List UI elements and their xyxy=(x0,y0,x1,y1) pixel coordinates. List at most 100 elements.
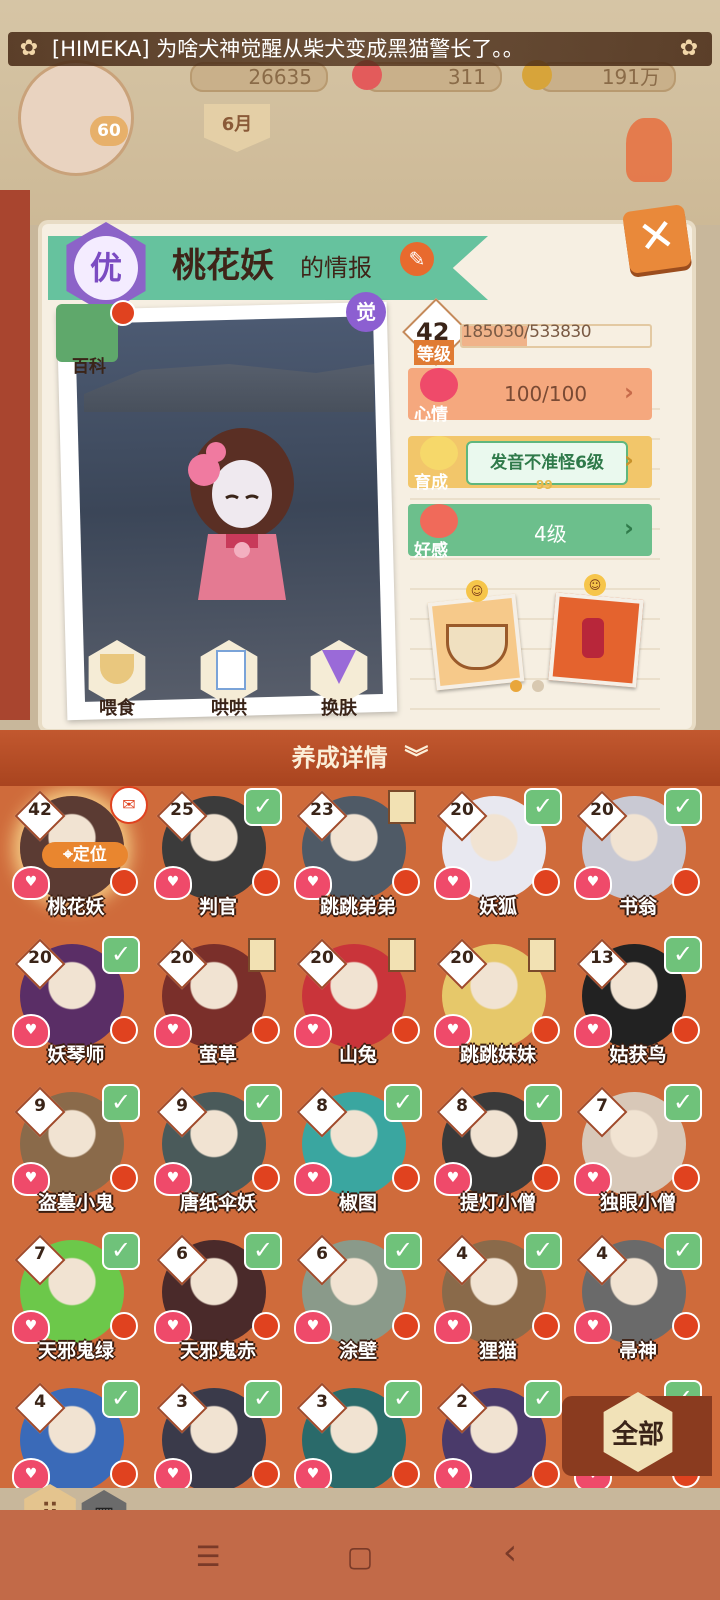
rarity-label: 优 xyxy=(74,236,138,300)
shikigami-level: 25 xyxy=(170,800,194,820)
shikigami-name-suffix: 的情报 xyxy=(300,254,372,282)
resource-1-value: 26635 xyxy=(190,62,328,92)
notification-dot xyxy=(392,1460,420,1488)
cultivate-chevron-icon: › xyxy=(624,446,634,474)
check-icon: ✓ xyxy=(384,1084,422,1122)
shikigami-level: 6 xyxy=(316,1244,328,1264)
shikigami-name: 天邪鬼赤 xyxy=(179,1340,256,1362)
shikigami-cell[interactable]: 20 ♥ 跳跳妹妹 xyxy=(428,934,568,1074)
resource-2-value: 311 xyxy=(364,62,502,92)
shikigami-cell[interactable]: 8 ✓ ♥ 椒图 xyxy=(288,1082,428,1222)
shikigami-level: 2 xyxy=(456,1392,468,1412)
shikigami-name: 山兔 xyxy=(338,1044,377,1066)
message-icon[interactable]: ✉ xyxy=(110,786,148,824)
edit-compass-button[interactable]: ✎ xyxy=(400,242,434,276)
marquee-message: [HIMEKA] 为啥犬神觉醒从柴犬变成黑猫警长了。。 xyxy=(8,32,712,66)
shikigami-sprite xyxy=(188,428,294,600)
shikigami-cell[interactable]: 23 ♥ 跳跳弟弟 xyxy=(288,786,428,926)
shikigami-name: 唐纸伞妖 xyxy=(179,1192,256,1214)
shikigami-name: 桃花妖 xyxy=(172,246,274,286)
check-icon: ✓ xyxy=(102,1084,140,1122)
signboard-icon xyxy=(388,790,416,824)
home-icon[interactable]: ▢ xyxy=(340,1540,380,1573)
shikigami-name: 妖琴师 xyxy=(47,1044,105,1066)
coax-label: 哄哄 xyxy=(211,698,247,719)
affection-value: 4级 xyxy=(534,522,567,546)
shikigami-cell[interactable]: 2 ✓ ♥ xyxy=(428,1378,568,1488)
cultivation-detail-toggle[interactable]: 养成详情 ︾ xyxy=(0,730,720,786)
menu-icon[interactable]: ☰ xyxy=(188,1540,228,1573)
food-smile-icon: ☺ xyxy=(466,580,488,602)
page-dot-active[interactable] xyxy=(510,680,522,692)
shikigami-cell[interactable]: 20 ♥ 萤草 xyxy=(148,934,288,1074)
shikigami-cell[interactable]: 25 ✓ ♥ 判官 xyxy=(148,786,288,926)
shikigami-cell[interactable]: 42 ✉ ⌖定位 ♥ 桃花妖 xyxy=(6,786,148,926)
shikigami-cell[interactable]: 20 ♥ 山兔 xyxy=(288,934,428,1074)
shikigami-cell[interactable]: 6 ✓ ♥ 涂壁 xyxy=(288,1230,428,1370)
skin-label: 换肤 xyxy=(321,698,357,719)
close-button[interactable]: ✕ xyxy=(621,203,693,275)
mood-chevron-icon: › xyxy=(624,378,634,406)
shikigami-name: 判官 xyxy=(198,896,237,918)
shikigami-level: 20 xyxy=(310,948,334,968)
fish-lantern-icon[interactable] xyxy=(626,118,672,182)
affection-label: 好感 xyxy=(414,541,448,561)
shikigami-cell[interactable]: 3 ✓ ♥ xyxy=(148,1378,288,1488)
smile-icon xyxy=(420,436,458,470)
bow-icon xyxy=(420,504,458,538)
shikigami-cell[interactable]: 7 ✓ ♥ 独眼小僧 xyxy=(568,1082,708,1222)
encyclopedia-notification-dot xyxy=(110,300,136,326)
shikigami-name: 盗墓小鬼 xyxy=(37,1192,114,1214)
affection-chevron-icon: › xyxy=(624,514,634,542)
shikigami-level: 6 xyxy=(176,1244,188,1264)
signboard-icon xyxy=(248,938,276,972)
shikigami-level: 8 xyxy=(316,1096,328,1116)
signboard-icon xyxy=(528,938,556,972)
heart-mood-icon: ♥ xyxy=(434,1458,472,1488)
shikigami-cell[interactable]: 20 ✓ ♥ 妖狐 xyxy=(428,786,568,926)
check-icon: ✓ xyxy=(244,1380,282,1418)
shikigami-level: 3 xyxy=(176,1392,188,1412)
heart-face-icon xyxy=(420,368,458,402)
shikigami-cell[interactable]: 3 ✓ ♥ xyxy=(288,1378,428,1488)
check-icon: ✓ xyxy=(664,936,702,974)
page-dot[interactable] xyxy=(532,680,544,692)
shikigami-name: 独眼小僧 xyxy=(599,1192,676,1214)
shikigami-cell[interactable]: 4 ✓ ♥ 狸猫 xyxy=(428,1230,568,1370)
notification-dot xyxy=(532,1460,560,1488)
level-label: 等级 xyxy=(414,340,454,365)
shikigami-cell[interactable]: 7 ✓ ♥ 天邪鬼绿 xyxy=(6,1230,146,1370)
shikigami-level: 8 xyxy=(456,1096,468,1116)
shikigami-cell[interactable]: 20 ✓ ♥ 书翁 xyxy=(568,786,708,926)
shikigami-name: 天邪鬼绿 xyxy=(37,1340,114,1362)
shikigami-name: 妖狐 xyxy=(478,896,517,918)
shikigami-name: 帚神 xyxy=(618,1340,657,1362)
shikigami-grid: 42 ✉ ⌖定位 ♥ 桃花妖 25 ✓ ♥ 判官 23 ♥ 跳跳弟弟 20 ✓ ♥ 妖狐 20 ✓ ♥ 书翁 20 ✓ ♥ 妖… xyxy=(0,786,720,1488)
check-icon: ✓ xyxy=(102,1380,140,1418)
shikigami-cell[interactable]: 8 ✓ ♥ 提灯小僧 xyxy=(428,1082,568,1222)
shikigami-cell[interactable]: 9 ✓ ♥ 盗墓小鬼 xyxy=(6,1082,146,1222)
check-icon: ✓ xyxy=(102,1232,140,1270)
cultivate-label: 育成 xyxy=(414,473,448,493)
shikigami-name: 狸猫 xyxy=(478,1340,517,1362)
back-icon[interactable]: ‹ xyxy=(490,1532,530,1573)
check-icon: ✓ xyxy=(384,1380,422,1418)
shikigami-level: 13 xyxy=(590,948,614,968)
shikigami-cell[interactable]: 9 ✓ ♥ 唐纸伞妖 xyxy=(148,1082,288,1222)
check-icon: ✓ xyxy=(524,1232,562,1270)
book-spine xyxy=(0,190,30,720)
shikigami-name: 跳跳弟弟 xyxy=(319,896,396,918)
shikigami-name: 桃花妖 xyxy=(47,896,105,918)
shikigami-cell[interactable]: 6 ✓ ♥ 天邪鬼赤 xyxy=(148,1230,288,1370)
shikigami-cell[interactable]: 4 ✓ ♥ xyxy=(6,1378,146,1488)
shikigami-cell[interactable]: 13 ✓ ♥ 姑获鸟 xyxy=(568,934,708,1074)
shikigami-cell[interactable]: 4 ✓ ♥ 帚神 xyxy=(568,1230,708,1370)
shikigami-name: 提灯小僧 xyxy=(459,1192,536,1214)
shikigami-name: 椒图 xyxy=(338,1192,377,1214)
shikigami-cell[interactable]: 20 ✓ ♥ 妖琴师 xyxy=(6,934,146,1074)
check-icon: ✓ xyxy=(664,1084,702,1122)
locate-button[interactable]: ⌖定位 xyxy=(42,842,128,868)
shikigami-level: 9 xyxy=(176,1096,188,1116)
heart-mood-icon: ♥ xyxy=(154,1458,192,1488)
check-icon: ✓ xyxy=(244,788,282,826)
